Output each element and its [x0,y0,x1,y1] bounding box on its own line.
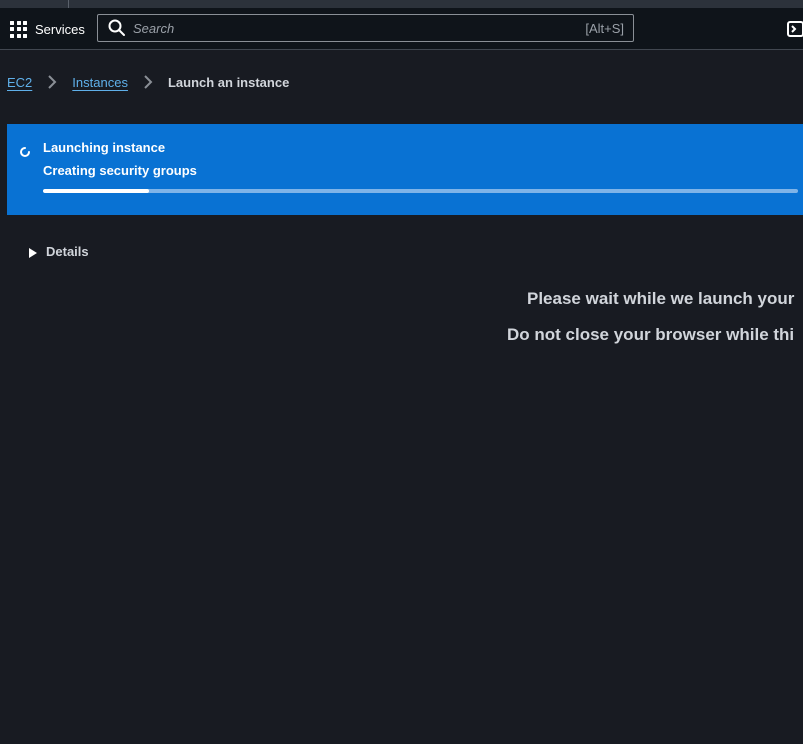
chevron-right-icon [137,74,159,90]
cloudshell-icon[interactable] [787,20,803,38]
grid-icon [10,20,27,38]
search-box[interactable]: [Alt+S] [97,14,634,42]
progress-bar [43,189,798,193]
top-navigation-bar: Services [Alt+S] [0,8,803,50]
services-menu-button[interactable]: Services [10,20,85,38]
details-expander[interactable]: Details [28,244,89,259]
breadcrumb: EC2 Instances Launch an instance [7,73,289,91]
wait-message: Please wait while we launch your [527,289,795,308]
caret-right-icon [28,246,38,258]
progress-bar-fill [43,189,149,193]
page: Services [Alt+S] EC2 Insta [0,0,803,744]
search-input[interactable] [133,18,563,38]
chevron-right-icon [41,74,63,90]
do-not-close-message: Do not close your browser while thi [507,325,795,344]
flash-status: Creating security groups [43,163,197,178]
browser-top-strip [0,0,803,8]
search-icon [107,18,127,38]
flash-title: Launching instance [43,140,166,155]
breadcrumb-instances-link[interactable]: Instances [72,75,128,90]
launch-progress-flashbar: Launching instance Creating security gro… [7,124,803,215]
services-label: Services [35,21,85,37]
search-shortcut-hint: [Alt+S] [585,21,624,36]
spinner-icon [20,144,30,157]
tab-divider [68,0,69,8]
breadcrumb-current-page: Launch an instance [167,74,290,90]
breadcrumb-ec2-link[interactable]: EC2 [7,75,32,90]
details-label: Details [46,244,89,259]
